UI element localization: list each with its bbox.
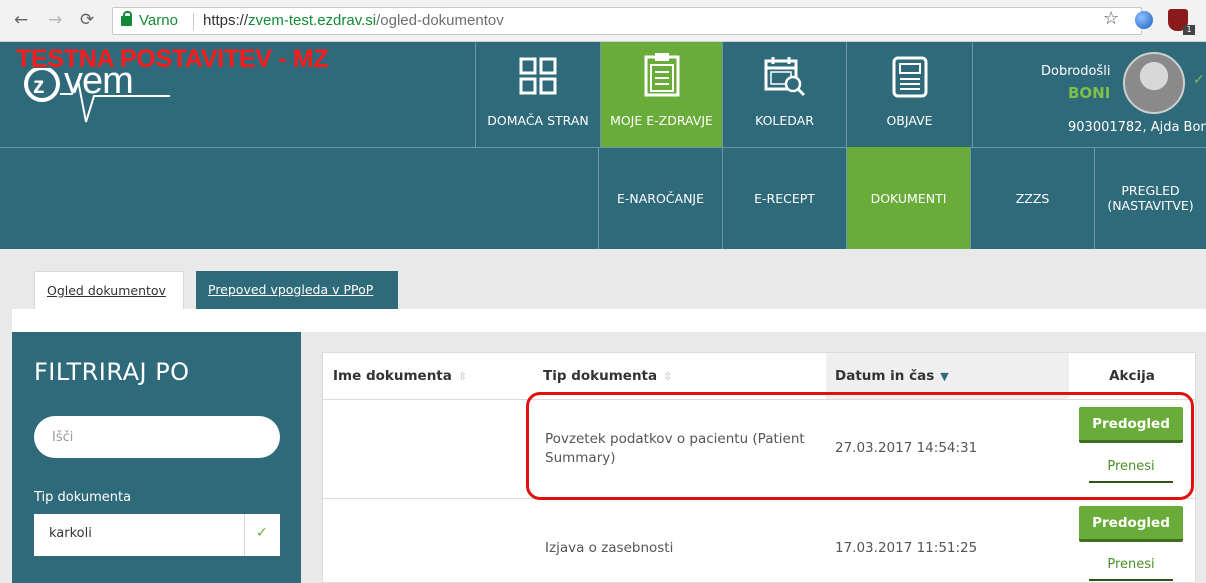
- column-header-action-label: Akcija: [1109, 368, 1155, 384]
- subnav-e-prescription-label: E-RECEPT: [754, 190, 815, 206]
- browser-toolbar: ← → ⟳ Varno https://zvem-test.ezdrav.si/…: [0, 0, 1206, 42]
- document-type-value: karkoli: [49, 526, 92, 541]
- extension-badge: 1: [1183, 25, 1195, 35]
- user-panel[interactable]: Dobrodošli BONI ✓ 903001782, Ajda Boni: [972, 42, 1206, 147]
- search-input[interactable]: [34, 416, 280, 458]
- globe-extension-icon[interactable]: [1135, 11, 1153, 29]
- column-header-name[interactable]: Ime dokumenta ⇳: [323, 353, 523, 399]
- topnav-my-ehealth-label: MOJE E-ZDRAVJE: [610, 113, 713, 128]
- lock-icon: [121, 11, 132, 26]
- document-type: Izjava o zasebnosti: [545, 540, 674, 556]
- user-id: 903001782, Ajda Boni: [1068, 120, 1206, 135]
- grid-icon: [519, 57, 557, 95]
- address-bar[interactable]: Varno https://zvem-test.ezdrav.si/ogled-…: [112, 7, 1142, 35]
- topnav-my-ehealth[interactable]: MOJE E-ZDRAVJE: [600, 42, 722, 147]
- document-datetime: 17.03.2017 11:51:25: [835, 540, 978, 556]
- topnav-news-label: OBJAVE: [886, 113, 933, 128]
- subnav-documents-label: DOKUMENTI: [870, 190, 947, 206]
- topnav-calendar[interactable]: KOLEDAR: [722, 42, 846, 147]
- topnav-calendar-label: KOLEDAR: [755, 113, 814, 128]
- back-icon[interactable]: ←: [14, 10, 28, 30]
- tab-block-access[interactable]: Prepoved vpogleda v PPoP: [196, 271, 398, 309]
- highlight-annotation: [526, 392, 1194, 500]
- column-header-name-label: Ime dokumenta: [333, 368, 452, 384]
- calendar-icon: [764, 57, 805, 97]
- subnav-zzzs-label: ZZZS: [1015, 190, 1050, 206]
- chevron-down-icon: ✓: [256, 525, 268, 541]
- avatar[interactable]: [1123, 52, 1185, 114]
- url-divider: [193, 13, 194, 30]
- subnav-settings-label: PREGLED (NASTAVITVE): [1107, 183, 1194, 213]
- sort-icon: ⇳: [457, 370, 468, 383]
- subnav-e-prescription[interactable]: E-RECEPT: [722, 147, 846, 249]
- welcome-text: Dobrodošli: [1041, 64, 1111, 79]
- newspaper-icon: [892, 56, 927, 98]
- url-path: /ogled-dokumentov: [376, 12, 504, 29]
- topnav-news[interactable]: OBJAVE: [846, 42, 972, 147]
- subnav-e-booking-label: E-NAROČANJE: [616, 190, 705, 206]
- topnav-home[interactable]: DOMAČA STRAN: [475, 42, 600, 147]
- svg-text:z: z: [33, 72, 45, 98]
- sort-desc-icon: ▼: [940, 370, 949, 383]
- filter-panel: FILTRIRAJ PO Tip dokumenta karkoli ✓: [12, 332, 301, 583]
- page: ← → ⟳ Varno https://zvem-test.ezdrav.si/…: [0, 0, 1206, 583]
- select-divider: [244, 514, 245, 556]
- user-name: BONI: [1068, 84, 1111, 102]
- url-host: zvem-test.ezdrav.si: [248, 12, 377, 29]
- subnav-settings[interactable]: PREGLED (NASTAVITVE): [1094, 147, 1206, 249]
- document-type-label: Tip dokumenta: [34, 490, 132, 505]
- url-scheme: https://: [203, 12, 249, 29]
- tab-panel: [12, 309, 1206, 332]
- subnav-e-booking[interactable]: E-NAROČANJE: [598, 147, 722, 249]
- tab-view-documents[interactable]: Ogled dokumentov: [34, 271, 184, 309]
- zvem-logo[interactable]: z vem: [20, 60, 200, 128]
- download-button[interactable]: Prenesi: [1089, 551, 1173, 581]
- reload-icon[interactable]: ⟳: [80, 10, 94, 30]
- column-header-type-label: Tip dokumenta: [543, 368, 658, 384]
- preview-button[interactable]: Predogled: [1079, 506, 1183, 542]
- topnav-home-label: DOMAČA STRAN: [487, 113, 589, 128]
- subnav-documents[interactable]: DOKUMENTI: [846, 147, 970, 249]
- test-environment-banner: TESTNA POSTAVITEV - MZ: [16, 45, 329, 73]
- clipboard-icon: [644, 53, 679, 97]
- chevron-down-icon[interactable]: ✓: [1193, 72, 1205, 88]
- column-header-date-label: Datum in čas: [835, 368, 935, 384]
- filter-title: FILTRIRAJ PO: [34, 358, 190, 386]
- document-type-select[interactable]: karkoli ✓: [34, 514, 280, 556]
- secure-label: Varno: [139, 12, 178, 29]
- url-text[interactable]: https://zvem-test.ezdrav.si/ogled-dokume…: [203, 8, 504, 34]
- sort-icon: ⇳: [663, 370, 673, 383]
- bookmark-star-icon[interactable]: ☆: [1103, 8, 1119, 29]
- subnav-zzzs[interactable]: ZZZS: [970, 147, 1094, 249]
- forward-icon[interactable]: →: [48, 10, 62, 30]
